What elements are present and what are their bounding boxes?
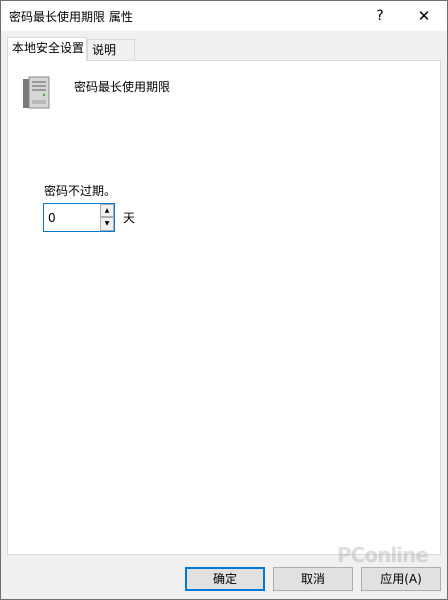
cancel-button[interactable]: 取消 bbox=[273, 567, 353, 591]
watermark: PConline bbox=[337, 543, 429, 567]
properties-dialog: 密码最长使用期限 属性 ? ✕ 本地安全设置 说明 密码最长使用期限 密码不过期… bbox=[0, 0, 448, 600]
days-stepper[interactable]: ▲ ▼ bbox=[43, 203, 115, 232]
stepper-up-button[interactable]: ▲ bbox=[100, 204, 114, 217]
ok-button[interactable]: 确定 bbox=[185, 567, 265, 591]
window-title: 密码最长使用期限 属性 bbox=[9, 10, 133, 24]
setting-description: 密码不过期。 bbox=[44, 184, 117, 198]
tab-explain[interactable]: 说明 bbox=[87, 39, 135, 60]
tab-panel: 密码最长使用期限 密码不过期。 ▲ ▼ 天 bbox=[7, 60, 441, 555]
days-input[interactable] bbox=[44, 204, 100, 231]
server-icon bbox=[23, 76, 50, 109]
unit-label: 天 bbox=[123, 211, 136, 225]
tab-local-security-setting[interactable]: 本地安全设置 bbox=[7, 37, 87, 61]
stepper-down-button[interactable]: ▼ bbox=[100, 217, 114, 231]
close-button[interactable]: ✕ bbox=[401, 1, 447, 31]
help-button[interactable]: ? bbox=[357, 1, 403, 31]
policy-name: 密码最长使用期限 bbox=[74, 80, 171, 94]
apply-button[interactable]: 应用(A) bbox=[361, 567, 441, 591]
title-bar: 密码最长使用期限 属性 ? ✕ bbox=[1, 1, 447, 31]
